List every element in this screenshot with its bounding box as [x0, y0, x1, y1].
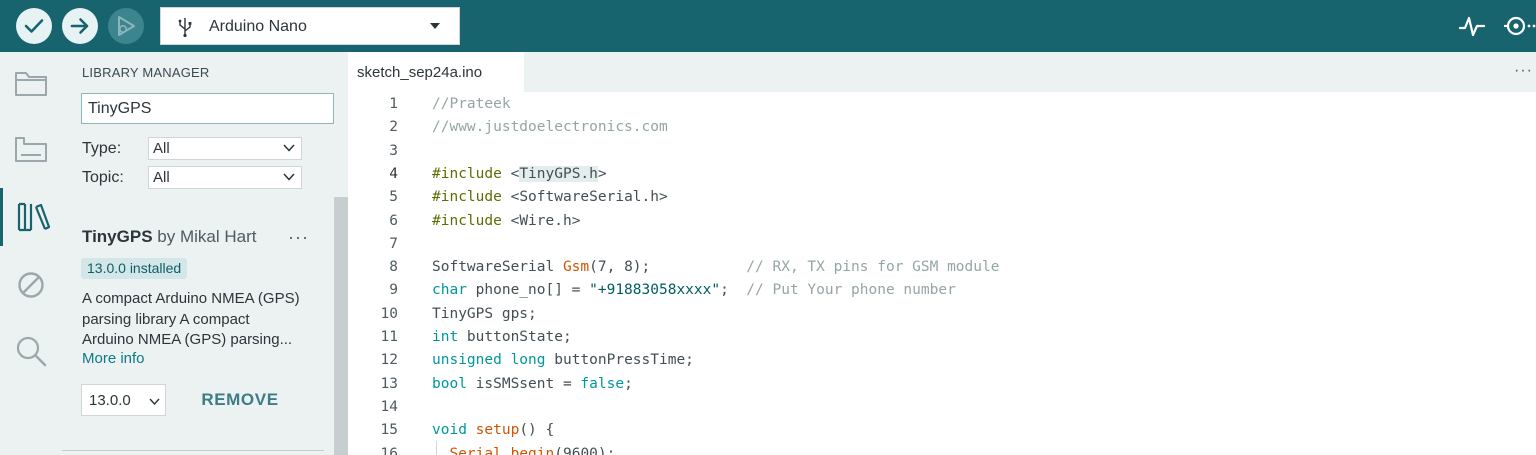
library-description: A compact Arduino NMEA (GPS) parsing lib…	[82, 289, 322, 351]
code-text: void setup() {	[432, 422, 555, 439]
code-text: #include <SoftwareSerial.h>	[432, 189, 668, 206]
boards-manager-button[interactable]	[0, 120, 62, 178]
code-text: int buttonState;	[432, 329, 572, 345]
board-name: Arduino Nano	[209, 18, 307, 35]
line-number: 13	[380, 375, 398, 392]
divider	[62, 450, 324, 451]
description-line: parsing library A compact	[82, 310, 250, 328]
chevron-down-icon	[283, 144, 295, 152]
line-number: 1	[389, 96, 398, 112]
serial-monitor-icon	[1504, 16, 1536, 36]
tab-label: sketch_sep24a.ino	[357, 64, 483, 81]
more-info-link[interactable]: More info	[82, 350, 145, 367]
chevron-down-icon	[283, 173, 295, 181]
usb-icon	[178, 18, 192, 37]
description-line: A compact Arduino NMEA (GPS)	[82, 290, 300, 307]
code-text: //Prateek	[432, 96, 511, 112]
debug-play-icon	[118, 16, 135, 36]
library-search-input[interactable]	[81, 93, 334, 124]
code-text: //www.justdoelectronics.com	[432, 119, 668, 136]
library-card: TinyGPS by Mikal Hart ··· 13.0.0 install…	[62, 197, 334, 455]
installed-badge: 13.0.0 installed	[81, 258, 188, 279]
library-name: TinyGPS	[82, 227, 153, 246]
topic-value: All	[153, 169, 170, 186]
line-number: 5	[389, 189, 398, 206]
library-manager-panel: LIBRARY MANAGER Type: All Topic: All Tin…	[62, 52, 348, 455]
code-text: char phone_no[] = "+91883058xxxx"; // Pu…	[432, 282, 956, 299]
line-number: 8	[389, 259, 398, 276]
line-number: 6	[389, 212, 398, 229]
topic-label: Topic:	[82, 169, 124, 186]
serial-plotter-icon	[1458, 16, 1486, 37]
search-panel-button[interactable]	[0, 322, 62, 380]
debug-panel-button[interactable]	[0, 256, 62, 314]
type-value: All	[153, 140, 170, 157]
description-line: Arduino NMEA (GPS) parsing...	[82, 331, 293, 348]
folder-icon	[15, 72, 47, 96]
library-more-button[interactable]: ···	[288, 227, 309, 248]
code-text: TinyGPS gps;	[432, 305, 537, 322]
library-icon	[17, 202, 50, 232]
line-number: 11	[380, 329, 398, 345]
line-number: 2	[389, 119, 398, 136]
indent-guide	[436, 441, 437, 455]
version-value: 13.0.0	[89, 392, 131, 409]
line-number: 12	[380, 352, 398, 369]
board-icon	[15, 137, 47, 162]
line-number: 15	[380, 422, 398, 439]
panel-title: LIBRARY MANAGER	[82, 65, 210, 80]
version-select[interactable]: 13.0.0	[81, 384, 166, 416]
code-text: bool isSMSsent = false;	[432, 375, 633, 392]
board-selector[interactable]: Arduino Nano	[160, 7, 460, 45]
check-icon	[24, 19, 44, 33]
editor-more-button[interactable]: ···	[1514, 62, 1533, 80]
serial-monitor-button[interactable]	[1502, 13, 1536, 39]
upload-button[interactable]	[62, 8, 98, 44]
line-number: 3	[389, 142, 398, 159]
line-number: 14	[380, 398, 398, 415]
library-manager-button[interactable]	[0, 188, 62, 246]
verify-button[interactable]	[16, 8, 52, 44]
sketchbook-button[interactable]	[0, 54, 62, 112]
search-icon	[16, 336, 47, 367]
toolbar: Arduino Nano	[0, 0, 1536, 52]
line-number: 10	[380, 305, 398, 322]
line-number: 9	[389, 282, 398, 299]
library-author: Mikal Hart	[179, 227, 257, 246]
activity-bar	[0, 52, 62, 455]
prohibited-icon	[18, 272, 44, 298]
debug-button[interactable]	[108, 8, 144, 44]
line-number: 4	[389, 165, 398, 182]
code-text: #include <Wire.h>	[432, 212, 581, 229]
library-by: by	[157, 227, 176, 246]
code-text: SoftwareSerial Gsm(7, 8); // RX, TX pins…	[432, 259, 1000, 276]
remove-button[interactable]: REMOVE	[190, 390, 290, 410]
chevron-down-icon	[149, 398, 160, 405]
serial-plotter-button[interactable]	[1458, 13, 1486, 39]
code-text: #include <TinyGPS.h>	[432, 165, 607, 182]
line-number: 16	[380, 445, 398, 455]
type-select[interactable]: All	[148, 137, 302, 160]
code-text: Serial.begin(9600);	[449, 445, 616, 455]
chevron-down-icon	[430, 23, 440, 29]
scrollbar[interactable]	[334, 197, 348, 455]
editor-tabbar: sketch_sep24a.ino ···	[348, 52, 1536, 92]
code-editor[interactable]: 1 //Prateek 2 //www.justdoelectronics.com 3 4…	[348, 92, 1536, 455]
topic-select[interactable]: All	[148, 166, 302, 189]
library-title: TinyGPS by Mikal Hart	[82, 227, 257, 247]
arrow-right-icon	[70, 18, 89, 34]
code-text: unsigned long buttonPressTime;	[432, 352, 694, 369]
tab-sketch[interactable]: sketch_sep24a.ino	[348, 52, 524, 92]
type-label: Type:	[82, 140, 122, 157]
line-number: 7	[389, 235, 398, 252]
